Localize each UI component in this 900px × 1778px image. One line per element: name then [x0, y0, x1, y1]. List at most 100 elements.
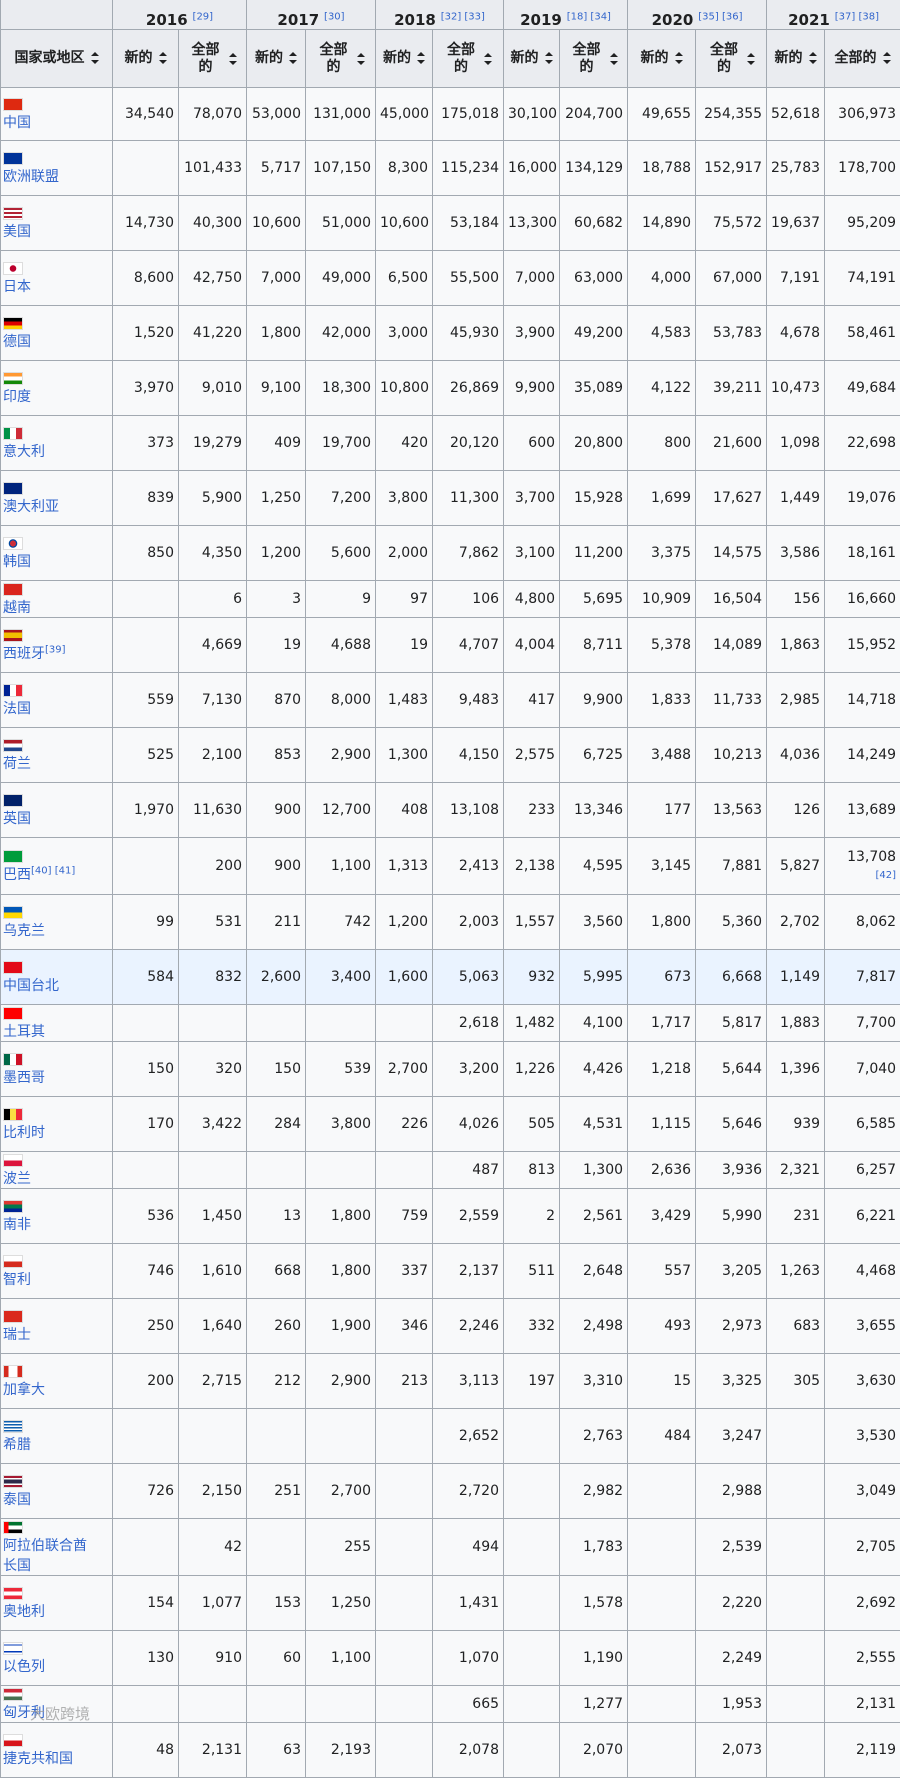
- country-link[interactable]: 瑞士: [3, 1327, 31, 1343]
- ref-link[interactable]: [18] [34]: [567, 11, 611, 22]
- cell-value: 60,682: [574, 215, 623, 231]
- country-link[interactable]: 欧洲联盟: [3, 169, 59, 185]
- cell-value: 6,725: [583, 747, 623, 763]
- sort-icon[interactable]: [91, 52, 99, 64]
- country-link[interactable]: 泰国: [3, 1492, 31, 1508]
- cell-value: 3,530: [856, 1428, 896, 1444]
- country-link[interactable]: 荷兰: [3, 756, 31, 772]
- country-link[interactable]: 印度: [3, 389, 31, 405]
- ref-link[interactable]: [29]: [193, 11, 214, 22]
- sort-icon[interactable]: [747, 53, 755, 65]
- country-link[interactable]: 阿拉伯联合酋长国: [3, 1538, 87, 1574]
- cell-value: 19,279: [193, 435, 242, 451]
- country-link[interactable]: 日本: [3, 279, 31, 295]
- country-link[interactable]: 比利时: [3, 1125, 45, 1141]
- year-header-2017[interactable]: 2017 [30]: [247, 0, 376, 30]
- sort-icon[interactable]: [357, 53, 365, 65]
- cell-value: 75,572: [713, 215, 762, 231]
- year-header-2021[interactable]: 2021 [37] [38]: [767, 0, 900, 30]
- sort-icon[interactable]: [229, 53, 237, 65]
- year-header-2018[interactable]: 2018 [32] [33]: [376, 0, 504, 30]
- cell-value: 2,100: [202, 747, 242, 763]
- cell-value: 2,119: [856, 1742, 896, 1758]
- total-column-header[interactable]: 全部的: [433, 30, 504, 88]
- country-link[interactable]: 巴西: [3, 867, 31, 883]
- country-cell: 墨西哥: [1, 1042, 113, 1097]
- country-link[interactable]: 波兰: [3, 1171, 31, 1187]
- country-link[interactable]: 德国: [3, 334, 31, 350]
- ref-link[interactable]: [37] [38]: [835, 11, 879, 22]
- country-link[interactable]: 英国: [3, 811, 31, 827]
- total-capacity-cell: 1,077: [179, 1576, 247, 1631]
- sort-icon[interactable]: [159, 52, 167, 64]
- total-column-header[interactable]: 全部的: [306, 30, 376, 88]
- sort-icon[interactable]: [675, 52, 683, 64]
- ref-link[interactable]: [30]: [324, 11, 345, 22]
- cell-value: 417: [528, 692, 555, 708]
- total-capacity-cell: 13,563: [696, 783, 767, 838]
- sort-icon[interactable]: [610, 53, 618, 65]
- country-link[interactable]: 中国: [3, 115, 31, 131]
- country-link[interactable]: 越南: [3, 600, 31, 616]
- country-link[interactable]: 中国台北: [3, 978, 59, 994]
- sort-icon[interactable]: [484, 53, 492, 65]
- new-capacity-cell: 1,883: [767, 1005, 825, 1042]
- total-capacity-cell: 20,800: [560, 416, 628, 471]
- year-header-2020[interactable]: 2020 [35] [36]: [628, 0, 767, 30]
- country-link[interactable]: 加拿大: [3, 1382, 45, 1398]
- new-column-header[interactable]: 新的: [504, 30, 560, 88]
- country-link[interactable]: 法国: [3, 701, 31, 717]
- country-link[interactable]: 捷克共和国: [3, 1751, 73, 1767]
- ukraine-flag-icon: [3, 906, 23, 919]
- country-link[interactable]: 智利: [3, 1272, 31, 1288]
- year-header-2016[interactable]: 2016 [29]: [113, 0, 247, 30]
- new-capacity-cell: 5,378: [628, 618, 696, 673]
- total-column-header[interactable]: 全部的: [179, 30, 247, 88]
- new-column-header[interactable]: 新的: [247, 30, 306, 88]
- country-link[interactable]: 以色列: [3, 1659, 45, 1675]
- country-link[interactable]: 意大利: [3, 444, 45, 460]
- cell-value: 332: [528, 1318, 555, 1334]
- total-capacity-cell: 19,076: [825, 471, 900, 526]
- total-column-header[interactable]: 全部的: [560, 30, 628, 88]
- sort-icon[interactable]: [809, 52, 817, 64]
- country-link[interactable]: 澳大利亚: [3, 499, 59, 515]
- country-link[interactable]: 墨西哥: [3, 1070, 45, 1086]
- new-capacity-cell: 4,004: [504, 618, 560, 673]
- ref-link[interactable]: [40] [41]: [31, 865, 75, 876]
- new-capacity-cell: 156: [767, 581, 825, 618]
- new-capacity-cell: [767, 1519, 825, 1576]
- sort-icon[interactable]: [883, 52, 891, 64]
- new-capacity-cell: 850: [113, 526, 179, 581]
- cell-value: 115,234: [441, 160, 499, 176]
- ref-link[interactable]: [35] [36]: [698, 11, 742, 22]
- new-capacity-cell: [628, 1519, 696, 1576]
- country-link[interactable]: 南非: [3, 1217, 31, 1233]
- total-column-header[interactable]: 全部的: [696, 30, 767, 88]
- new-column-header[interactable]: 新的: [628, 30, 696, 88]
- country-link[interactable]: 西班牙: [3, 646, 45, 662]
- country-link[interactable]: 奥地利: [3, 1604, 45, 1620]
- new-capacity-cell: 52,618: [767, 88, 825, 141]
- country-column-header[interactable]: 国家或地区: [1, 30, 113, 88]
- ref-link[interactable]: [42]: [876, 870, 897, 881]
- sort-icon[interactable]: [417, 52, 425, 64]
- country-link[interactable]: 土耳其: [3, 1024, 45, 1040]
- new-capacity-cell: 1,449: [767, 471, 825, 526]
- new-column-header[interactable]: 新的: [376, 30, 433, 88]
- new-capacity-cell: 3,000: [376, 306, 433, 361]
- cell-value: 494: [472, 1539, 499, 1555]
- new-capacity-cell: [628, 1576, 696, 1631]
- ref-link[interactable]: [32] [33]: [441, 11, 485, 22]
- year-header-2019[interactable]: 2019 [18] [34]: [504, 0, 628, 30]
- country-link[interactable]: 乌克兰: [3, 923, 45, 939]
- country-link[interactable]: 韩国: [3, 554, 31, 570]
- new-column-header[interactable]: 新的: [113, 30, 179, 88]
- sort-icon[interactable]: [545, 52, 553, 64]
- country-link[interactable]: 希腊: [3, 1437, 31, 1453]
- ref-link[interactable]: [39]: [45, 644, 66, 655]
- country-link[interactable]: 美国: [3, 224, 31, 240]
- new-column-header[interactable]: 新的: [767, 30, 825, 88]
- total-column-header[interactable]: 全部的: [825, 30, 900, 88]
- sort-icon[interactable]: [289, 52, 297, 64]
